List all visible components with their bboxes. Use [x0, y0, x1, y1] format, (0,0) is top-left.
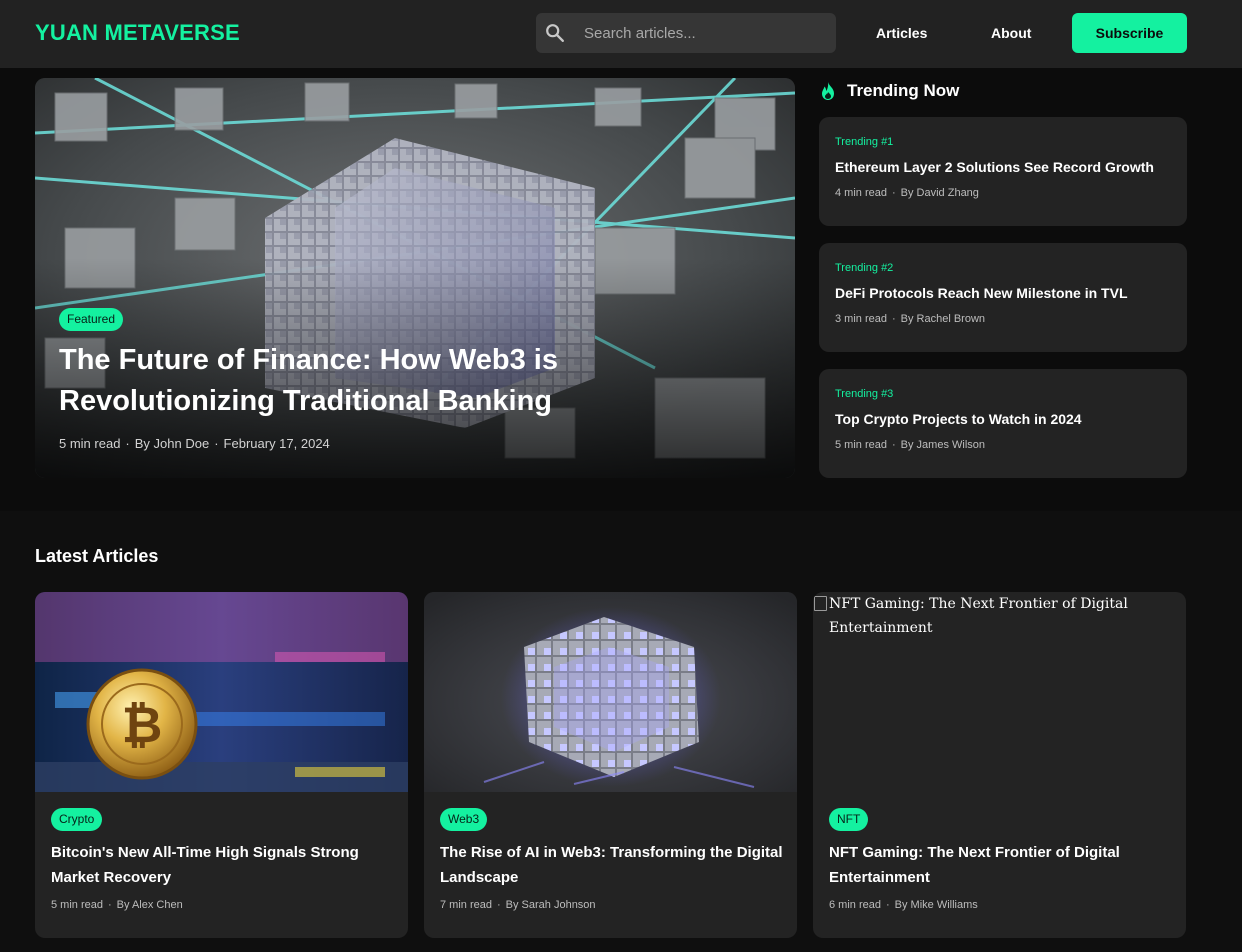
trending-meta: 4 min read · By David Zhang: [835, 187, 979, 199]
nav-articles-link[interactable]: Articles: [876, 24, 927, 42]
search-icon: [546, 24, 564, 42]
read-time: 5 min read: [835, 439, 887, 451]
read-time: 7 min read: [440, 899, 492, 911]
trending-title[interactable]: DeFi Protocols Reach New Milestone in TV…: [835, 285, 1180, 302]
search-box[interactable]: [536, 13, 836, 53]
nav-about-link[interactable]: About: [991, 24, 1031, 42]
trending-item[interactable]: Trending #1 Ethereum Layer 2 Solutions S…: [819, 117, 1187, 226]
trending-meta: 3 min read · By Rachel Brown: [835, 313, 986, 325]
category-badge[interactable]: Crypto: [51, 808, 103, 831]
featured-article-meta: 5 min read · By John Doe · February 17, 2024: [59, 436, 330, 451]
featured-article-card[interactable]: Featured The Future of Finance: How Web3…: [35, 78, 795, 478]
article-meta: 5 min read · By Alex Chen: [51, 899, 183, 911]
trending-title[interactable]: Top Crypto Projects to Watch in 2024: [835, 411, 1180, 428]
trending-rank: Trending #1: [835, 136, 894, 148]
article-card[interactable]: Web3 The Rise of AI in Web3: Transformin…: [424, 592, 797, 938]
flame-icon: [822, 82, 834, 100]
article-title[interactable]: The Rise of AI in Web3: Transforming the…: [440, 840, 785, 890]
trending-item[interactable]: Trending #3 Top Crypto Projects to Watch…: [819, 369, 1187, 478]
category-badge[interactable]: NFT: [829, 808, 869, 831]
featured-badge[interactable]: Featured: [59, 308, 124, 331]
trending-title[interactable]: Ethereum Layer 2 Solutions See Record Gr…: [835, 159, 1180, 176]
trending-rank: Trending #3: [835, 388, 894, 400]
trending-heading: Trending Now: [847, 81, 960, 100]
site-logo[interactable]: YUAN METAVERSE: [35, 20, 240, 46]
author: By James Wilson: [900, 439, 986, 451]
read-time: 5 min read: [59, 436, 121, 451]
publish-date: February 17, 2024: [223, 436, 330, 451]
subscribe-button[interactable]: Subscribe: [1072, 13, 1187, 53]
image-alt-text: NFT Gaming: The Next Frontier of Digital…: [813, 592, 1153, 640]
trending-meta: 5 min read · By James Wilson: [835, 439, 986, 451]
latest-articles-heading: Latest Articles: [35, 546, 159, 566]
article-title[interactable]: Bitcoin's New All-Time High Signals Stro…: [51, 840, 396, 890]
category-badge[interactable]: Web3: [440, 808, 488, 831]
author: By Sarah Johnson: [505, 899, 596, 911]
broken-image-icon: [814, 596, 827, 611]
article-meta: 7 min read · By Sarah Johnson: [440, 899, 596, 911]
search-input[interactable]: [584, 13, 824, 53]
author: By Alex Chen: [116, 899, 183, 911]
author: By John Doe: [134, 436, 210, 451]
read-time: 6 min read: [829, 899, 881, 911]
trending-rank: Trending #2: [835, 262, 894, 274]
top-header: YUAN METAVERSE Articles About Subscribe: [0, 0, 1242, 68]
article-card[interactable]: ₿ Crypto Bitcoin's New All-Time High Sig…: [35, 592, 408, 938]
article-card[interactable]: NFT Gaming: The Next Frontier of Digital…: [813, 592, 1186, 938]
article-image-broken: NFT Gaming: The Next Frontier of Digital…: [813, 592, 1186, 792]
author: By David Zhang: [900, 187, 979, 199]
article-title[interactable]: NFT Gaming: The Next Frontier of Digital…: [829, 840, 1174, 890]
author: By Rachel Brown: [900, 313, 986, 325]
read-time: 4 min read: [835, 187, 887, 199]
hero-section: Featured The Future of Finance: How Web3…: [0, 68, 1242, 511]
article-meta: 6 min read · By Mike Williams: [829, 899, 978, 911]
article-image-bitcoin: ₿: [35, 592, 408, 792]
author: By Mike Williams: [894, 899, 978, 911]
trending-item[interactable]: Trending #2 DeFi Protocols Reach New Mil…: [819, 243, 1187, 352]
featured-article-title[interactable]: The Future of Finance: How Web3 is Revol…: [59, 340, 619, 422]
read-time: 5 min read: [51, 899, 103, 911]
article-image-ai-web3: [424, 592, 797, 792]
svg-text:₿: ₿: [122, 696, 163, 754]
read-time: 3 min read: [835, 313, 887, 325]
